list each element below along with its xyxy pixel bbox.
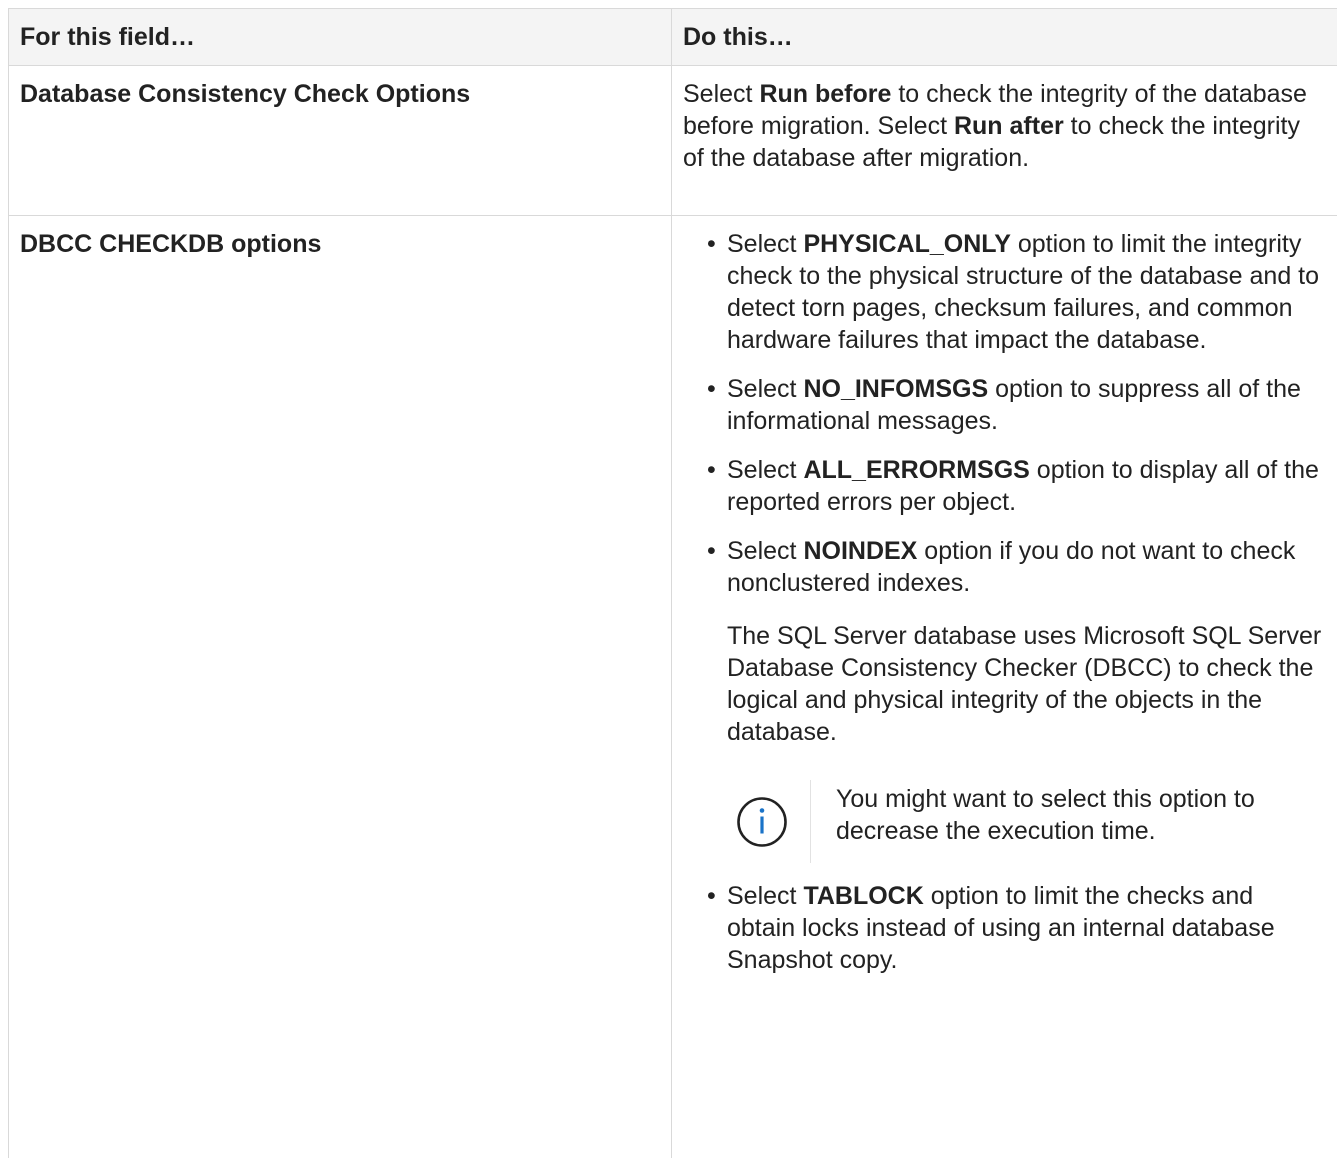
dbcc-explanation: The SQL Server database uses Microsoft S… bbox=[727, 620, 1327, 748]
option-keyword: NO_INFOMSGS bbox=[803, 375, 988, 403]
option-run-before: Run before bbox=[759, 80, 891, 108]
list-item: Select ALL_ERRORMSGS option to display a… bbox=[727, 454, 1327, 518]
option-prefix: Select bbox=[727, 882, 803, 910]
option-prefix: Select bbox=[727, 537, 803, 565]
column-header-field: For this field… bbox=[9, 9, 672, 66]
option-keyword: NOINDEX bbox=[803, 537, 917, 565]
column-header-action: Do this… bbox=[672, 9, 1337, 66]
option-prefix: Select bbox=[727, 456, 803, 484]
options-table: For this field… Do this… Database Consis… bbox=[8, 8, 1337, 1158]
info-note: You might want to select this option to … bbox=[727, 780, 1327, 863]
option-prefix: Select bbox=[727, 375, 803, 403]
table-row: DBCC CHECKDB options Select PHYSICAL_ONL… bbox=[9, 216, 1337, 1158]
list-item: Select NOINDEX option if you do not want… bbox=[727, 535, 1327, 863]
options-list: Select PHYSICAL_ONLY option to limit the… bbox=[683, 228, 1327, 976]
field-name: Database Consistency Check Options bbox=[9, 66, 672, 216]
field-description: Select Run before to check the integrity… bbox=[672, 66, 1337, 216]
option-prefix: Select bbox=[727, 230, 803, 258]
table-row: Database Consistency Check Options Selec… bbox=[9, 66, 1337, 216]
list-item: Select NO_INFOMSGS option to suppress al… bbox=[727, 373, 1327, 437]
list-item: Select PHYSICAL_ONLY option to limit the… bbox=[727, 228, 1327, 356]
note-text: You might want to select this option to … bbox=[836, 780, 1327, 863]
option-keyword: TABLOCK bbox=[803, 882, 923, 910]
info-icon bbox=[736, 796, 788, 848]
option-keyword: ALL_ERRORMSGS bbox=[803, 456, 1029, 484]
table-header-row: For this field… Do this… bbox=[9, 9, 1337, 66]
description-text-part: Select bbox=[683, 80, 759, 108]
note-icon-cell bbox=[727, 780, 811, 863]
field-description: Select PHYSICAL_ONLY option to limit the… bbox=[672, 216, 1337, 1158]
field-name: DBCC CHECKDB options bbox=[9, 216, 672, 1158]
description-text: Select Run before to check the integrity… bbox=[683, 78, 1327, 174]
option-keyword: PHYSICAL_ONLY bbox=[803, 230, 1010, 258]
option-run-after: Run after bbox=[954, 112, 1064, 140]
list-item: Select TABLOCK option to limit the check… bbox=[727, 880, 1327, 976]
